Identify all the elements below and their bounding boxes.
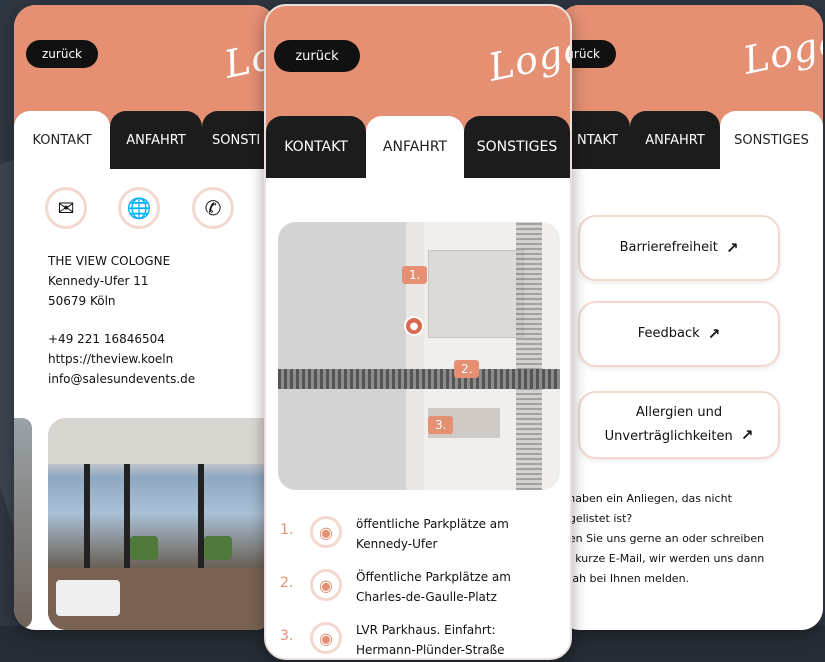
photo-prev[interactable] [14,418,32,628]
feedback-label: Feedback [637,326,700,341]
globe-icon[interactable]: 🌐 [118,187,160,229]
address-line: 50679 Köln [48,294,116,308]
tab-bar: KONTAKT ANFAHRT SONSTIGES [266,116,570,178]
feedback-button[interactable]: Feedback ↗ [578,301,780,367]
photo-plant [204,536,232,560]
phone-sonstiges: zurück Logo NTAKT ANFAHRT SONSTIGES Barr… [558,5,823,630]
back-button[interactable]: zurück [26,40,98,68]
contact-block: +49 221 16846504 https://theview.koeln i… [48,329,195,389]
tab-sonstiges[interactable]: SONSTIGES [464,116,570,178]
phone-anfahrt: zurück Logo KONTAKT ANFAHRT SONSTIGES 1.… [264,4,572,660]
allergies-label-line2: Unverträglichkeiten ↗ [604,426,754,444]
accessibility-button[interactable]: Barrierefreiheit ↗ [578,215,780,281]
tab-kontakt[interactable]: KONTAKT [266,116,366,178]
tab-anfahrt[interactable]: ANFAHRT [110,111,202,169]
arrow-up-right-icon: ↗ [725,239,739,257]
mail-icon[interactable]: ✉ [45,187,87,229]
help-text: e haben ein Anliegen, das nicht ufgelist… [558,489,798,589]
item-text: LVR Parkhaus. Einfahrt: Hermann-Plünder-… [356,623,505,657]
parking-item-3[interactable]: 3. ◉ LVR Parkhaus. Einfahrt: Hermann-Plü… [278,620,568,658]
map-shore [406,222,424,490]
address-line: THE VIEW COLOGNE [48,254,171,268]
parking-map[interactable]: 1. ● 2. 3. [278,222,560,490]
location-pin-icon: ◉ [310,622,342,654]
phone-kontakt: zurück Logo KONTAKT ANFAHRT SONSTI ✉ 🌐 ✆… [14,5,276,630]
logo: Logo [739,19,823,83]
allergies-label-line1: Allergien und [635,405,723,420]
header: zurück Logo [558,5,823,125]
help-line: ne kurze E-Mail, wir werden uns dann [558,552,765,565]
arrow-up-right-icon: ↗ [740,426,754,444]
arrow-up-right-icon: ↗ [707,325,721,343]
header: zurück Logo [266,6,570,131]
help-line: e haben ein Anliegen, das nicht [558,492,732,505]
help-line: itnah bei Ihnen melden. [558,572,690,585]
address-block: THE VIEW COLOGNE Kennedy-Ufer 11 50679 K… [48,251,170,311]
venue-photo[interactable] [48,418,276,630]
photo-ceiling [48,418,276,464]
tab-kontakt[interactable]: KONTAKT [14,111,110,169]
map-marker-3[interactable]: 3. [428,416,454,434]
map-marker-2[interactable]: 2. [454,360,480,378]
location-pin-icon: ◉ [310,569,342,601]
parking-item-1[interactable]: 1. ◉ öffentliche Parkplätze am Kennedy-U… [278,514,568,558]
map-bridge [278,369,560,389]
parking-item-2[interactable]: 2. ◉ Öffentliche Parkplätze am Charles-d… [278,567,568,611]
photo-sofa [56,580,120,616]
map-railway [516,222,542,490]
address-line: Kennedy-Ufer 11 [48,274,149,288]
tab-anfahrt[interactable]: ANFAHRT [630,111,720,169]
tab-sonstiges[interactable]: SONSTIGES [720,111,823,169]
map-building [428,250,524,338]
logo: Logo [484,26,572,90]
item-text: öffentliche Parkplätze am Kennedy-Ufer [356,517,509,551]
map-location-pin-icon[interactable]: ● [404,316,424,336]
website-link[interactable]: https://theview.koeln [48,349,195,369]
tab-anfahrt[interactable]: ANFAHRT [366,116,464,178]
tab-bar: NTAKT ANFAHRT SONSTIGES [558,111,823,169]
location-pin-icon: ◉ [310,516,342,548]
map-river [278,222,418,490]
item-text: Öffentliche Parkplätze am Charles-de-Gau… [356,570,511,604]
phone-icon[interactable]: ✆ [192,187,234,229]
item-number: 2. [280,575,294,591]
tab-bar: KONTAKT ANFAHRT SONSTI [14,111,276,169]
phone-number[interactable]: +49 221 16846504 [48,329,195,349]
photo-plant [130,536,158,560]
back-button[interactable]: zurück [274,40,360,72]
header: zurück Logo [14,5,276,125]
map-marker-1[interactable]: 1. [402,266,428,284]
help-line: ufgelistet ist? [558,512,633,525]
item-number: 3. [280,628,294,644]
accessibility-label: Barrierefreiheit [619,240,718,255]
allergies-button[interactable]: Allergien und Unverträglichkeiten ↗ [578,391,780,459]
item-number: 1. [280,522,294,538]
email-link[interactable]: info@salesundevents.de [48,369,195,389]
help-line: ufen Sie uns gerne an oder schreiben [558,532,765,545]
